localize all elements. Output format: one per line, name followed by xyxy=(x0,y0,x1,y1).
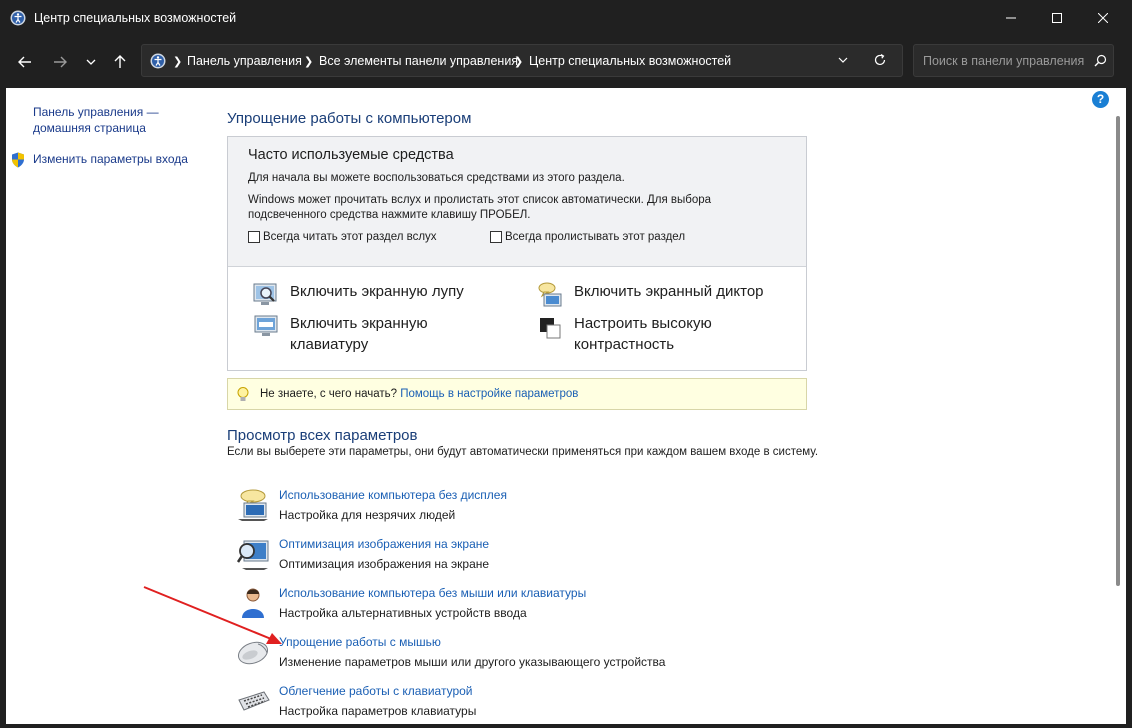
home-link-line2[interactable]: домашняя страница xyxy=(33,120,159,136)
annotation-arrow-icon xyxy=(143,586,282,644)
accessibility-icon xyxy=(10,10,26,26)
list-item[interactable]: Использование компьютера без мыши или кл… xyxy=(236,586,796,630)
item-description: Изменение параметров мыши или другого ук… xyxy=(279,655,666,669)
arrow-up-icon xyxy=(114,55,126,68)
maximize-button[interactable] xyxy=(1034,0,1080,36)
read-aloud-label[interactable]: Всегда читать этот раздел вслух xyxy=(263,231,437,243)
window: Центр специальных возможностей ❯ Панель … xyxy=(0,0,1132,724)
contrast-label-line1[interactable]: Настроить высокую xyxy=(574,315,712,332)
checkbox-square[interactable] xyxy=(490,231,502,243)
title-bar: Центр специальных возможностей xyxy=(0,0,1132,36)
search-input[interactable]: Поиск в панели управления xyxy=(913,44,1114,77)
scrollbar[interactable] xyxy=(1112,88,1126,724)
refresh-icon xyxy=(874,53,886,66)
auto-scan-checkbox[interactable]: Всегда пролистывать этот раздел xyxy=(490,231,685,243)
read-aloud-checkbox[interactable]: Всегда читать этот раздел вслух xyxy=(248,231,437,243)
keyboard-label-line1[interactable]: Включить экранную xyxy=(290,315,428,332)
auto-scan-label[interactable]: Всегда пролистывать этот раздел xyxy=(505,231,685,243)
refresh-button[interactable] xyxy=(873,53,887,72)
common-tools-text-line2: подсвеченного средства нажмите клавишу П… xyxy=(248,209,531,221)
item-link[interactable]: Использование компьютера без дисплея xyxy=(279,488,507,502)
item-description: Настройка параметров клавиатуры xyxy=(279,704,477,718)
home-link-line1[interactable]: Панель управления — xyxy=(33,104,159,120)
address-bar[interactable]: ❯ Панель управления ❯ Все элементы панел… xyxy=(141,44,903,77)
common-tools-header: Часто используемые средства Для начала в… xyxy=(228,137,806,267)
arrow-left-icon xyxy=(18,56,31,68)
speech-monitor-icon xyxy=(238,489,268,521)
accessibility-icon xyxy=(150,53,166,69)
address-dropdown-button[interactable] xyxy=(837,53,849,72)
search-icon[interactable] xyxy=(1094,54,1107,67)
start-narrator-label[interactable]: Включить экранный диктор xyxy=(574,281,764,302)
chevron-down-icon xyxy=(838,57,848,63)
magnifier-icon xyxy=(253,283,277,305)
navigation-bar: ❯ Панель управления ❯ Все элементы панел… xyxy=(0,36,1132,88)
item-link[interactable]: Оптимизация изображения на экране xyxy=(279,537,489,551)
help-icon[interactable]: ? xyxy=(1092,91,1109,108)
settings-help-link[interactable]: Помощь в настройке параметров xyxy=(400,388,578,400)
close-icon xyxy=(1098,13,1108,23)
breadcrumb-item[interactable]: Центр специальных возможностей xyxy=(529,54,731,68)
close-button[interactable] xyxy=(1080,0,1126,36)
onscreen-keyboard-icon xyxy=(254,315,278,336)
contrast-label-line2[interactable]: контрастность xyxy=(574,336,674,353)
section-title-all-settings: Просмотр всех параметров xyxy=(227,427,418,444)
set-high-contrast-label[interactable]: Настроить высокую контрастность xyxy=(574,313,712,355)
breadcrumb-item[interactable]: Все элементы панели управления xyxy=(319,54,518,68)
checkbox-square[interactable] xyxy=(248,231,260,243)
common-tools-heading: Часто используемые средства xyxy=(248,147,454,163)
start-narrator-link[interactable]: Включить экранный диктор xyxy=(536,281,764,309)
item-link[interactable]: Использование компьютера без мыши или кл… xyxy=(279,586,586,600)
scrollbar-thumb[interactable] xyxy=(1116,116,1120,586)
start-onscreen-keyboard-label[interactable]: Включить экранную клавиатуру xyxy=(290,313,428,355)
all-settings-description: Если вы выберете эти параметры, они буду… xyxy=(227,446,819,458)
magnify-monitor-icon xyxy=(236,540,269,570)
item-description: Оптимизация изображения на экране xyxy=(279,557,490,571)
list-item[interactable]: Облегчение работы с клавиатурой Настройк… xyxy=(236,684,796,728)
minimize-icon xyxy=(1006,17,1016,19)
maximize-icon xyxy=(1052,13,1062,23)
list-item[interactable]: Упрощение работы с мышью Изменение парам… xyxy=(236,635,796,679)
item-link[interactable]: Упрощение работы с мышью xyxy=(279,635,441,649)
control-panel-home-link[interactable]: Панель управления — домашняя страница xyxy=(33,104,159,136)
keyboard-label-line2[interactable]: клавиатуру xyxy=(290,336,368,353)
tip-text: Не знаете, с чего начать? Помощь в настр… xyxy=(260,388,578,400)
start-magnifier-label[interactable]: Включить экранную лупу xyxy=(290,281,464,302)
start-onscreen-keyboard-link[interactable]: Включить экранную клавиатуру xyxy=(252,313,428,355)
search-placeholder: Поиск в панели управления xyxy=(923,54,1085,68)
section-title-ease: Упрощение работы с компьютером xyxy=(227,110,472,127)
breadcrumb-separator[interactable]: ❯ xyxy=(304,55,313,68)
arrow-right-icon xyxy=(54,56,67,68)
back-button[interactable] xyxy=(13,50,37,74)
tip-question: Не знаете, с чего начать? xyxy=(260,388,401,400)
breadcrumb-separator: ❯ xyxy=(173,56,183,68)
narrator-icon xyxy=(538,282,562,307)
keyboard-icon xyxy=(238,691,270,711)
change-signin-settings-link[interactable]: Изменить параметры входа xyxy=(33,151,188,167)
set-high-contrast-link[interactable]: Настроить высокую контрастность xyxy=(536,313,712,355)
start-magnifier-link[interactable]: Включить экранную лупу xyxy=(252,281,464,309)
item-link[interactable]: Облегчение работы с клавиатурой xyxy=(279,684,473,698)
item-description: Настройка для незрячих людей xyxy=(279,508,456,522)
common-tools-intro: Для начала вы можете воспользоваться сре… xyxy=(248,172,625,184)
forward-button[interactable] xyxy=(48,50,72,74)
window-title: Центр специальных возможностей xyxy=(34,11,237,25)
list-item[interactable]: Оптимизация изображения на экране Оптими… xyxy=(236,537,796,581)
lightbulb-icon xyxy=(237,387,249,401)
item-description: Настройка альтернативных устройств ввода xyxy=(279,606,527,620)
shield-icon xyxy=(12,152,24,168)
recent-locations-button[interactable] xyxy=(79,50,103,74)
common-tools-text-line1: Windows может прочитать вслух и пролиста… xyxy=(248,194,712,206)
high-contrast-icon xyxy=(540,318,561,339)
minimize-button[interactable] xyxy=(988,0,1034,36)
tip-banner: Не знаете, с чего начать? Помощь в настр… xyxy=(227,378,807,410)
chevron-down-icon xyxy=(86,59,96,65)
content-pane: ? Панель управления — домашняя страница … xyxy=(6,88,1126,724)
up-button[interactable] xyxy=(108,50,132,74)
breadcrumb-item[interactable]: Панель управления xyxy=(187,54,302,68)
list-item[interactable]: Использование компьютера без дисплея Нас… xyxy=(236,488,796,532)
common-tools-box: Часто используемые средства Для начала в… xyxy=(227,136,807,371)
breadcrumb-separator[interactable]: ❯ xyxy=(514,55,523,68)
